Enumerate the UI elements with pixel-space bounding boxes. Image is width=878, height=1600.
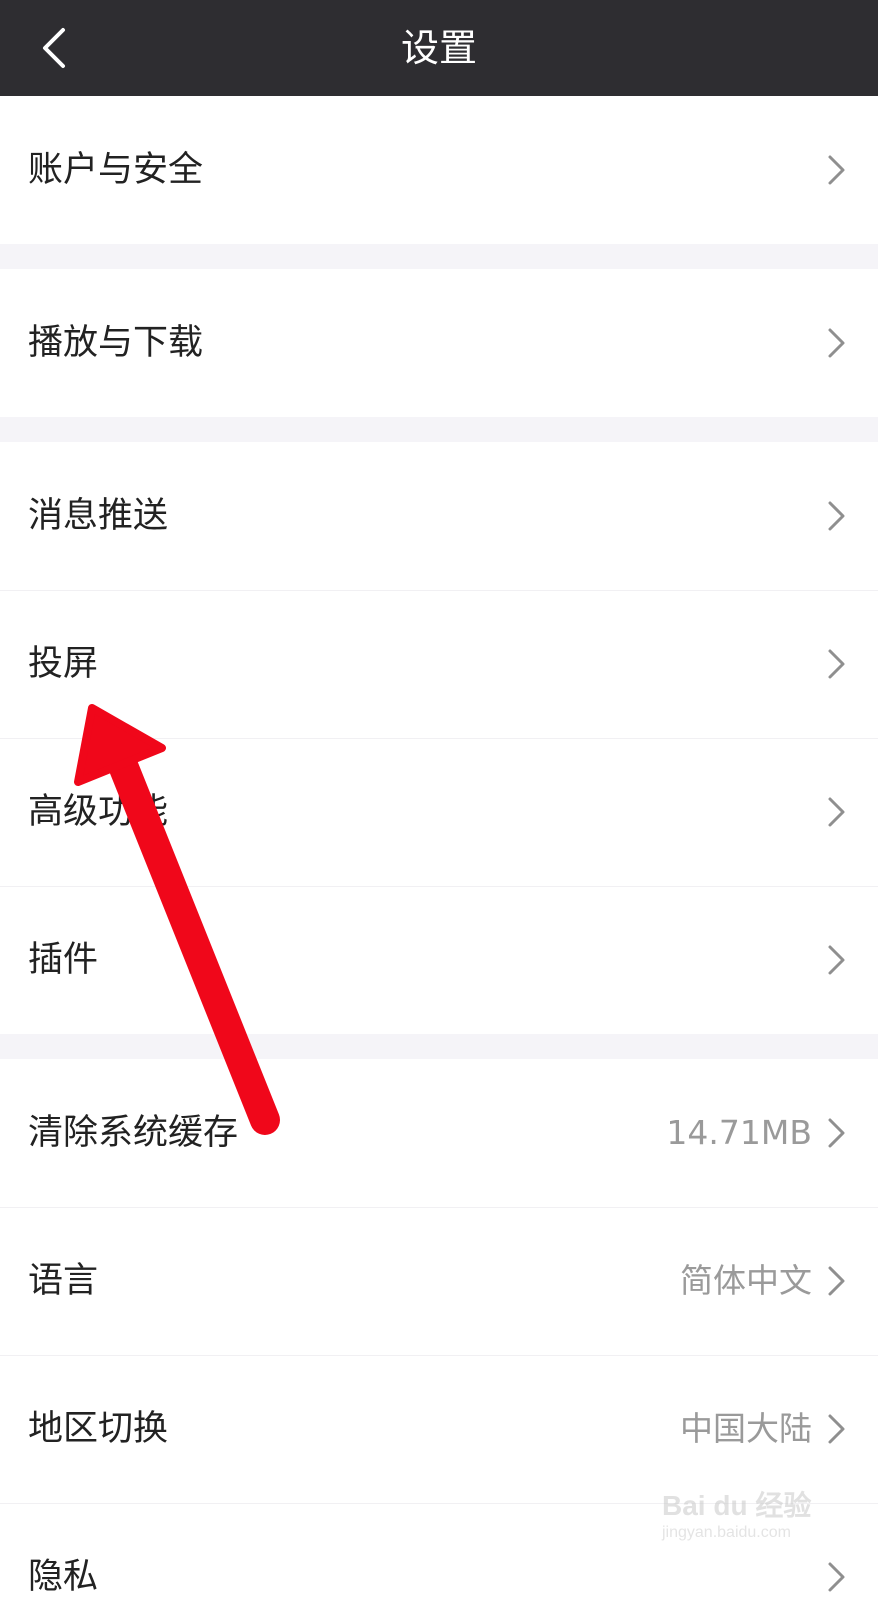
- settings-item-label: 隐私: [28, 1557, 99, 1597]
- settings-item-clear-cache[interactable]: 清除系统缓存 14.71MB: [0, 1059, 878, 1207]
- baidu-watermark: Bai du 经验 jingyan.baidu.com: [662, 1484, 832, 1574]
- settings-item-playback-download[interactable]: 播放与下载: [0, 269, 878, 417]
- settings-group-playback: 播放与下载: [0, 269, 878, 417]
- group-divider: [0, 1034, 878, 1059]
- chevron-right-icon: [828, 155, 845, 185]
- settings-item-label: 消息推送: [28, 496, 169, 536]
- watermark-brand: Bai du 经验: [662, 1490, 812, 1521]
- settings-item-label: 高级功能: [28, 792, 169, 832]
- settings-group-account: 账户与安全: [0, 96, 878, 244]
- settings-item-label: 投屏: [28, 644, 99, 684]
- region-value: 中国大陆: [680, 1409, 812, 1448]
- settings-item-language[interactable]: 语言 简体中文: [0, 1207, 878, 1355]
- settings-page: 设置 账户与安全 播放与下载 消息推送 投屏 高级功能 插件 清除系统缓存 14…: [0, 0, 878, 1600]
- settings-item-label: 地区切换: [28, 1409, 169, 1449]
- chevron-right-icon: [828, 328, 845, 358]
- chevron-right-icon: [828, 1266, 845, 1296]
- settings-item-label: 账户与安全: [28, 150, 204, 190]
- chevron-right-icon: [828, 1118, 845, 1148]
- chevron-right-icon: [828, 797, 845, 827]
- settings-item-region[interactable]: 地区切换 中国大陆: [0, 1355, 878, 1503]
- settings-list: 账户与安全 播放与下载 消息推送 投屏 高级功能 插件 清除系统缓存 14.71…: [0, 96, 878, 1600]
- chevron-right-icon: [828, 501, 845, 531]
- watermark-url: jingyan.baidu.com: [662, 1524, 791, 1541]
- chevron-right-icon: [828, 1414, 845, 1444]
- settings-item-push-notifications[interactable]: 消息推送: [0, 442, 878, 590]
- chevron-right-icon: [828, 649, 845, 679]
- settings-item-label: 语言: [28, 1261, 99, 1301]
- chevron-right-icon: [828, 945, 845, 975]
- settings-item-label: 清除系统缓存: [28, 1113, 239, 1153]
- settings-item-account-security[interactable]: 账户与安全: [0, 96, 878, 244]
- page-title: 设置: [400, 26, 477, 70]
- settings-item-advanced-features[interactable]: 高级功能: [0, 738, 878, 886]
- group-divider: [0, 244, 878, 269]
- top-bar: 设置: [0, 0, 878, 96]
- language-value: 简体中文: [680, 1261, 812, 1300]
- settings-item-cast-screen[interactable]: 投屏: [0, 590, 878, 738]
- group-divider: [0, 417, 878, 442]
- cache-size-value: 14.71MB: [666, 1113, 812, 1152]
- settings-item-plugins[interactable]: 插件: [0, 886, 878, 1034]
- settings-item-label: 插件: [28, 940, 99, 980]
- settings-item-label: 播放与下载: [28, 323, 204, 363]
- settings-group-features: 消息推送 投屏 高级功能 插件: [0, 442, 878, 1034]
